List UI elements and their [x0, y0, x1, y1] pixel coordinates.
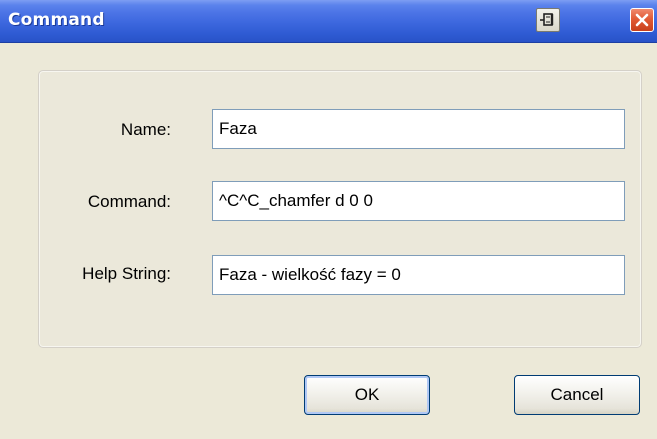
help-string-label: Help String:	[82, 264, 171, 283]
command-input[interactable]	[212, 181, 625, 221]
pin-icon	[540, 13, 554, 26]
pin-button[interactable]	[536, 8, 560, 32]
command-label: Command:	[87, 192, 171, 211]
cancel-button[interactable]: Cancel	[514, 375, 640, 415]
command-dialog: Command Name: Command: Help String: OK C…	[0, 0, 657, 439]
dialog-title: Command	[8, 10, 105, 30]
title-bar[interactable]: Command	[0, 0, 657, 43]
name-label: Name:	[120, 120, 171, 139]
ok-button[interactable]: OK	[304, 375, 430, 415]
close-icon	[635, 13, 649, 27]
close-button[interactable]	[630, 8, 654, 32]
name-input[interactable]	[212, 109, 625, 149]
help-string-input[interactable]	[212, 255, 625, 295]
